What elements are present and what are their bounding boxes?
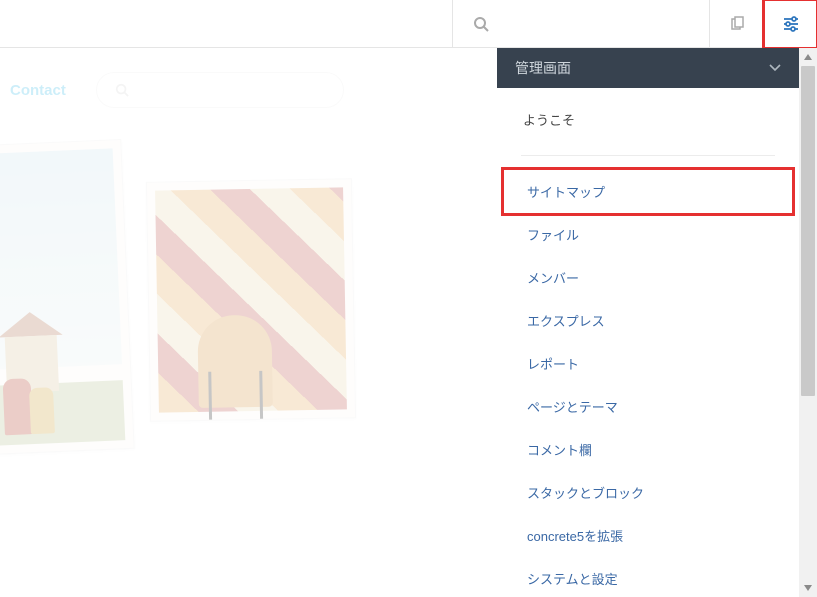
chevron-down-icon xyxy=(769,64,781,72)
toolbar xyxy=(0,0,817,48)
search-icon xyxy=(473,16,489,32)
admin-menu-express[interactable]: エクスプレス xyxy=(521,299,775,342)
toolbar-search[interactable] xyxy=(452,0,709,48)
admin-menu-sitemap[interactable]: サイトマップ xyxy=(521,170,775,213)
admin-menu-extend[interactable]: concrete5を拡張 xyxy=(521,514,775,557)
site-search-field[interactable] xyxy=(96,72,344,108)
scroll-up-button[interactable] xyxy=(799,48,817,66)
admin-menu-members[interactable]: メンバー xyxy=(521,256,775,299)
nav-contact-link[interactable]: Contact xyxy=(10,82,66,99)
sliders-icon xyxy=(782,15,800,33)
gallery-image-2 xyxy=(146,178,356,422)
toolbar-settings-button[interactable] xyxy=(763,0,817,48)
admin-menu-files[interactable]: ファイル xyxy=(521,213,775,256)
gallery-image-1 xyxy=(0,139,135,455)
admin-panel-body: ようこそ サイトマップ ファイル メンバー エクスプレス レポート ページとテー… xyxy=(497,88,799,597)
scroll-thumb[interactable] xyxy=(801,66,815,396)
admin-menu-comments[interactable]: コメント欄 xyxy=(521,428,775,471)
scroll-down-button[interactable] xyxy=(799,579,817,597)
admin-panel-header[interactable]: 管理画面 xyxy=(497,48,799,88)
admin-welcome-label: ようこそ xyxy=(521,108,775,131)
admin-panel-title: 管理画面 xyxy=(515,58,571,78)
admin-menu-system-settings[interactable]: システムと設定 xyxy=(521,557,775,597)
panel-scrollbar[interactable] xyxy=(799,48,817,597)
copy-icon xyxy=(729,16,745,32)
admin-menu-stacks-blocks[interactable]: スタックとブロック xyxy=(521,471,775,514)
admin-menu: サイトマップ ファイル メンバー エクスプレス レポート ページとテーマ コメン… xyxy=(521,156,775,597)
admin-menu-pages-themes[interactable]: ページとテーマ xyxy=(521,385,775,428)
admin-menu-reports[interactable]: レポート xyxy=(521,342,775,385)
search-icon xyxy=(115,83,129,97)
admin-panel: 管理画面 ようこそ サイトマップ ファイル メンバー エクスプレス レポート ペ… xyxy=(497,48,817,597)
toolbar-copy-button[interactable] xyxy=(709,0,763,48)
